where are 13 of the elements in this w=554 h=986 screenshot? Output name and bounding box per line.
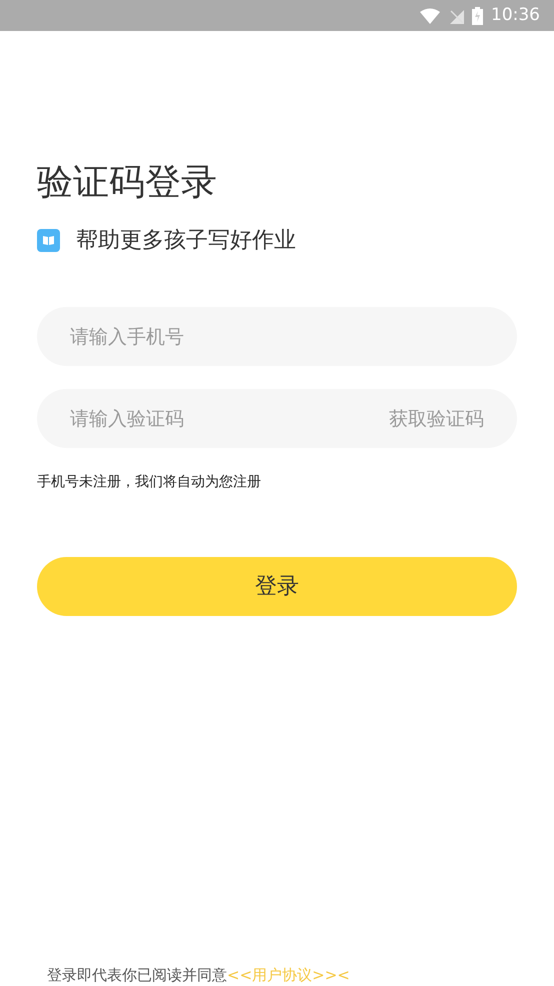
login-button[interactable]: 登录 [37, 557, 517, 616]
registration-note: 手机号未注册，我们将自动为您注册 [37, 473, 262, 492]
agreement-text: 登录即代表你已阅读并同意<<用户协议>>< [46, 964, 351, 986]
status-time: 10:36 [491, 4, 540, 27]
book-icon [37, 229, 60, 252]
phone-input-field[interactable]: 请输入手机号 [37, 307, 517, 366]
user-agreement-link[interactable]: <<用户协议>>< [227, 966, 350, 984]
page-title: 验证码登录 [37, 161, 218, 204]
battery-charging-icon [472, 6, 483, 24]
wifi-icon [420, 8, 440, 24]
no-signal-icon [448, 8, 464, 24]
slogan-text: 帮助更多孩子写好作业 [76, 227, 296, 256]
get-code-button[interactable]: 获取验证码 [389, 404, 484, 433]
